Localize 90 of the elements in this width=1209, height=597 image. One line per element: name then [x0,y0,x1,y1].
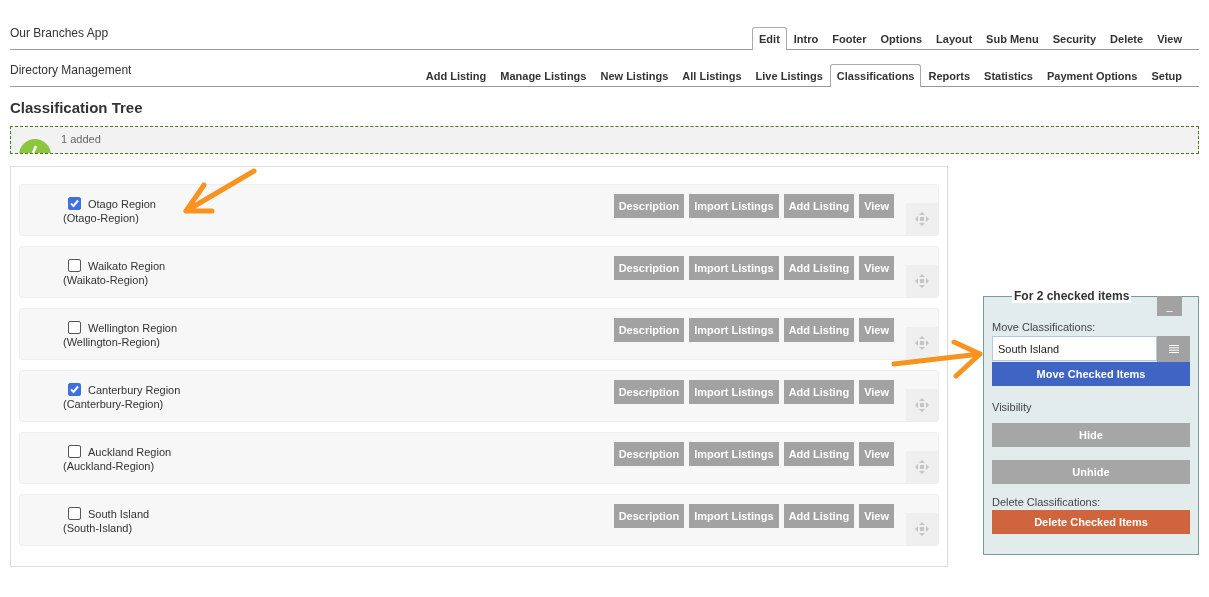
drag-handle[interactable] [906,513,938,545]
row-action-button[interactable]: Description [613,380,685,404]
drag-handle[interactable] [906,389,938,421]
checkbox[interactable] [68,444,81,458]
checkbox[interactable] [68,320,81,334]
row-action-button[interactable]: View [859,318,894,342]
row-action-button[interactable]: View [859,194,894,218]
row-action-button[interactable]: Import Listings [689,442,779,466]
classification-name: Canterbury Region [88,383,181,396]
drag-handle[interactable] [906,451,938,483]
checkbox[interactable] [68,258,81,272]
row-action-button[interactable]: Description [613,256,685,280]
tab[interactable]: Setup [1144,64,1189,86]
row-action-button[interactable]: Add Listing [783,380,855,404]
move-icon [915,274,929,288]
row-action-button[interactable]: Description [613,442,685,466]
tab[interactable]: Live Listings [748,64,830,86]
tab[interactable]: Security [1045,27,1104,49]
tab[interactable]: Sub Menu [979,27,1046,49]
row-action-button[interactable]: Add Listing [783,256,855,280]
row-action-button[interactable]: Import Listings [689,256,779,280]
move-icon [915,398,929,412]
message-text: 1 added [61,133,101,145]
row-action-button[interactable]: Add Listing [783,504,855,528]
panel-legend: For 2 checked items [1012,289,1132,303]
section-label: Visibility [992,401,1033,413]
success-icon [19,139,51,153]
checkbox[interactable] [68,506,81,520]
page-title: Classification Tree [10,99,144,116]
delete-button[interactable]: Delete Checked Items [992,510,1190,534]
classification-name: South Island [88,507,150,520]
tab[interactable]: Add Listing [418,64,494,86]
row-action-button[interactable]: Description [613,194,685,218]
row-action-button[interactable]: Import Listings [689,380,779,404]
row-action-button[interactable]: View [859,504,894,528]
collapse-button[interactable]: _ [1157,296,1182,316]
row-action-button[interactable]: View [859,442,894,466]
drag-handle[interactable] [906,327,938,359]
app-title: Our Branches App [10,25,109,40]
classification-name: Waikato Region [88,259,166,272]
menu-icon [1168,345,1179,353]
move-icon [915,336,929,350]
row-action-button[interactable]: Import Listings [689,504,779,528]
tab[interactable]: Manage Listings [493,64,594,86]
tab[interactable]: All Listings [675,64,749,86]
row-action-button[interactable]: Import Listings [689,318,779,342]
move-icon [915,522,929,536]
field-label: Delete Classifications: [992,496,1102,508]
row-action-button[interactable]: Import Listings [689,194,779,218]
classification-slug: (Auckland-Region) [63,460,156,472]
hide-button[interactable]: Hide [992,423,1190,447]
classification-field[interactable]: South Island [992,336,1157,361]
row-action-button[interactable]: Description [613,318,685,342]
classification-slug: (Canterbury-Region) [63,398,165,410]
row-action-button[interactable]: View [859,256,894,280]
classification-slug: (Waikato-Region) [63,274,150,286]
row-action-button[interactable]: Add Listing [783,318,855,342]
tab[interactable]: Options [873,27,930,49]
section-title: Directory Management [10,62,132,77]
classification-name: Auckland Region [88,445,172,458]
tab[interactable]: New Listings [593,64,676,86]
classification-name: Otago Region [88,197,156,210]
classification-name: Wellington Region [88,321,178,334]
classification-slug: (South-Island) [63,522,134,534]
drag-handle[interactable] [906,203,938,235]
classification-slug: (Otago-Region) [63,212,140,224]
checkbox[interactable] [68,382,81,396]
tab[interactable]: Layout [929,27,980,49]
row-action-button[interactable]: View [859,380,894,404]
tab[interactable]: Edit [752,27,787,50]
unhide-button[interactable]: Unhide [992,460,1190,484]
row-action-button[interactable]: Add Listing [783,442,855,466]
tab[interactable]: Intro [786,27,826,49]
move-icon [915,212,929,226]
move-button[interactable]: Move Checked Items [992,362,1190,386]
tab[interactable]: Statistics [977,64,1040,86]
tab[interactable]: View [1150,27,1189,49]
tab[interactable]: Payment Options [1039,64,1145,86]
checkbox[interactable] [68,196,81,210]
list-button[interactable] [1157,336,1190,362]
drag-handle[interactable] [906,265,938,297]
field-label: Move Classifications: [992,321,1097,333]
tab[interactable]: Classifications [829,64,922,87]
tab[interactable]: Reports [921,64,978,86]
row-action-button[interactable]: Add Listing [783,194,855,218]
tab[interactable]: Delete [1103,27,1151,49]
tab[interactable]: Footer [825,27,874,49]
move-icon [915,460,929,474]
row-action-button[interactable]: Description [613,504,685,528]
classification-slug: (Wellington-Region) [63,336,161,348]
